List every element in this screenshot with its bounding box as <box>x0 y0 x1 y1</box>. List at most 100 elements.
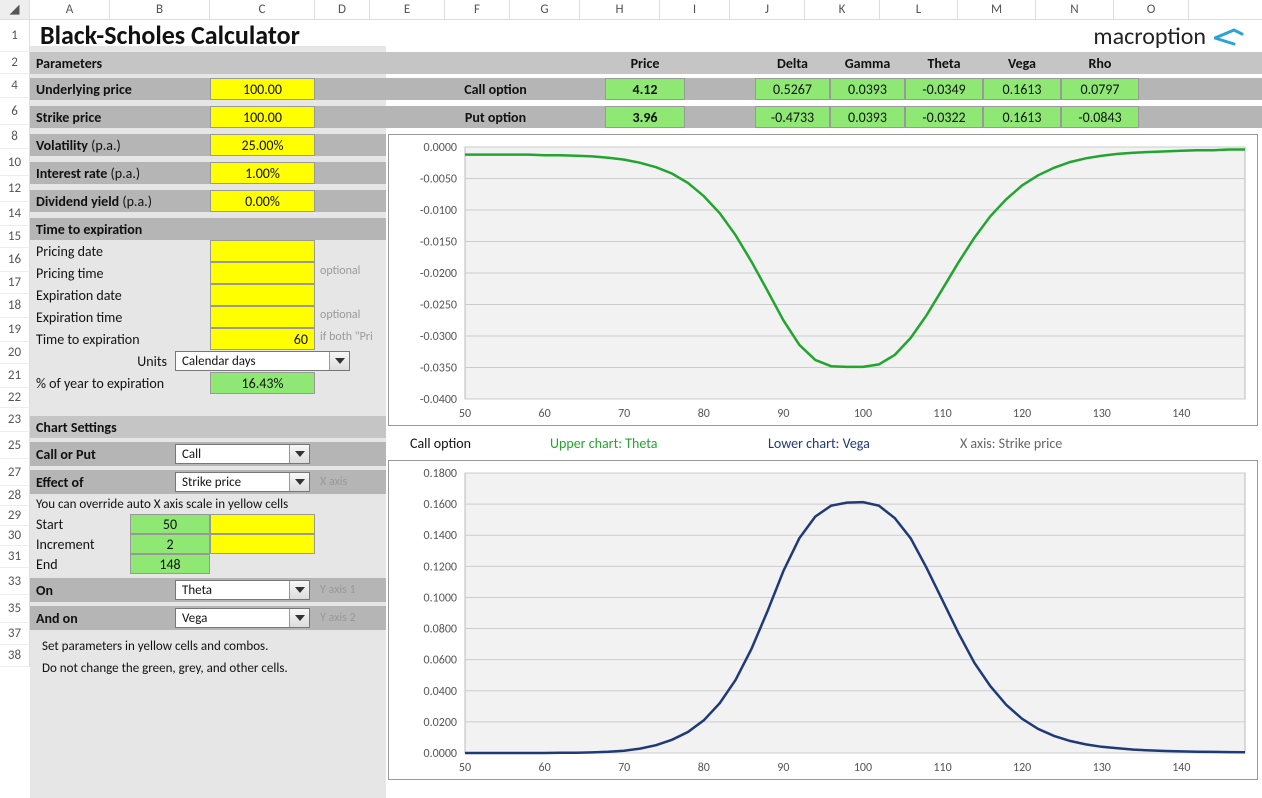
svg-text:-0.0300: -0.0300 <box>420 330 457 344</box>
row-header-1[interactable]: 1 <box>0 20 30 52</box>
call-delta: 0.5267 <box>755 78 830 100</box>
col-header-D[interactable]: D <box>315 0 370 19</box>
col-header-K[interactable]: K <box>805 0 880 19</box>
row-header-20[interactable]: 20 <box>0 342 30 364</box>
vol-input[interactable]: 25.00% <box>210 134 315 156</box>
rate-label: Interest rate (p.a.) <box>30 162 210 184</box>
row10-gap <box>315 162 386 184</box>
row-header-19[interactable]: 19 <box>0 318 30 342</box>
strike-input[interactable]: 100.00 <box>210 106 315 128</box>
svg-text:0.1000: 0.1000 <box>424 591 457 605</box>
row-header-23[interactable]: 23 <box>0 408 30 432</box>
row-header-17[interactable]: 17 <box>0 272 30 294</box>
pricing-time-input[interactable] <box>210 262 315 284</box>
div-label: Dividend yield (p.a.) <box>30 190 210 212</box>
row-header-29[interactable]: 29 <box>0 506 30 526</box>
pricing-date-input[interactable] <box>210 240 315 262</box>
row-header-6[interactable]: 6 <box>0 98 30 125</box>
row-header-10[interactable]: 10 <box>0 149 30 176</box>
row-header-31[interactable]: 31 <box>0 546 30 568</box>
row-header-8[interactable]: 8 <box>0 125 30 149</box>
caption-lower: Lower chart: Vega <box>768 435 870 452</box>
col-header-M[interactable]: M <box>958 0 1036 19</box>
row-header-18[interactable]: 18 <box>0 294 30 318</box>
row-header-16[interactable]: 16 <box>0 248 30 272</box>
put-label: Put option <box>386 106 605 128</box>
incr-auto: 2 <box>130 534 210 554</box>
exp-date-input[interactable] <box>210 284 315 306</box>
strike-label: Strike price <box>30 106 210 128</box>
call-price: 4.12 <box>605 78 685 100</box>
lower-chart: 0.18000.16000.14000.12000.10000.08000.06… <box>388 460 1258 780</box>
underlying-input[interactable]: 100.00 <box>210 78 315 100</box>
exp-time-input[interactable] <box>210 306 315 328</box>
tte-hint: if both "Pri <box>316 330 373 344</box>
units-combo[interactable]: Calendar days <box>175 351 350 371</box>
svg-text:120: 120 <box>1013 761 1031 775</box>
col-header-N[interactable]: N <box>1036 0 1114 19</box>
incr-label: Increment <box>30 534 130 554</box>
row-header-4[interactable]: 4 <box>0 74 30 98</box>
upper-chart: 0.0000-0.0050-0.0100-0.0150-0.0200-0.025… <box>388 134 1258 426</box>
svg-text:-0.0050: -0.0050 <box>420 173 457 187</box>
row-header-25[interactable]: 25 <box>0 432 30 459</box>
col-header-I[interactable]: I <box>660 0 730 19</box>
svg-text:140: 140 <box>1172 407 1190 421</box>
row-header-28[interactable]: 28 <box>0 486 30 506</box>
call-rho: 0.0797 <box>1061 78 1139 100</box>
col-header-H[interactable]: H <box>580 0 660 19</box>
col-header-A[interactable]: A <box>30 0 110 19</box>
col-header-G[interactable]: G <box>510 0 580 19</box>
row-header-38[interactable]: 38 <box>0 645 30 667</box>
col-price: Price <box>605 52 685 74</box>
svg-text:130: 130 <box>1093 407 1111 421</box>
vol-label: Volatility (p.a.) <box>30 134 210 156</box>
svg-text:0.0000: 0.0000 <box>424 141 457 155</box>
col-header-C[interactable]: C <box>210 0 315 19</box>
page-title: Black-Scholes Calculator <box>34 20 306 50</box>
select-all-corner[interactable]: ◢ <box>0 0 30 19</box>
col-header-O[interactable]: O <box>1114 0 1189 19</box>
row-header-30[interactable]: 30 <box>0 526 30 546</box>
col-header-B[interactable]: B <box>110 0 210 19</box>
params-header: Parameters <box>30 52 386 74</box>
svg-text:0.0800: 0.0800 <box>424 623 457 637</box>
call-vega: 0.1613 <box>983 78 1061 100</box>
row-header-12[interactable]: 12 <box>0 176 30 202</box>
col-header-L[interactable]: L <box>880 0 958 19</box>
svg-text:0.1400: 0.1400 <box>424 529 457 543</box>
col-header-F[interactable]: F <box>445 0 510 19</box>
svg-text:0.1800: 0.1800 <box>424 467 457 481</box>
rate-input[interactable]: 1.00% <box>210 162 315 184</box>
col-header-J[interactable]: J <box>730 0 805 19</box>
callput-combo[interactable]: Call <box>175 444 310 464</box>
note2: Do not change the green, grey, and other… <box>30 658 386 678</box>
svg-text:70: 70 <box>618 761 630 775</box>
row-header-33[interactable]: 33 <box>0 568 30 595</box>
on-combo[interactable]: Theta <box>175 580 310 600</box>
tte-input[interactable]: 60 <box>210 328 315 350</box>
incr-override[interactable] <box>210 534 315 554</box>
svg-text:50: 50 <box>459 407 471 421</box>
row-header-37[interactable]: 37 <box>0 623 30 645</box>
effect-combo[interactable]: Strike price <box>175 472 310 492</box>
start-label: Start <box>30 514 130 534</box>
andon-combo[interactable]: Vega <box>175 608 310 628</box>
on-hint: Y axis 1 <box>316 583 356 597</box>
call-label: Call option <box>386 78 605 100</box>
svg-text:70: 70 <box>618 407 630 421</box>
tte-header: Time to expiration <box>30 218 386 240</box>
div-input[interactable]: 0.00% <box>210 190 315 212</box>
row-header-14[interactable]: 14 <box>0 202 30 226</box>
row-header-35[interactable]: 35 <box>0 595 30 623</box>
col-header-E[interactable]: E <box>370 0 445 19</box>
row-header-27[interactable]: 27 <box>0 459 30 486</box>
row-header-22[interactable]: 22 <box>0 388 30 408</box>
pct-output: 16.43% <box>210 372 315 394</box>
row-header-15[interactable]: 15 <box>0 226 30 248</box>
start-override[interactable] <box>210 514 315 534</box>
row-header-21[interactable]: 21 <box>0 364 30 388</box>
row8-gap <box>315 134 386 156</box>
row-header-2[interactable]: 2 <box>0 52 30 74</box>
put-delta: -0.4733 <box>755 106 830 128</box>
